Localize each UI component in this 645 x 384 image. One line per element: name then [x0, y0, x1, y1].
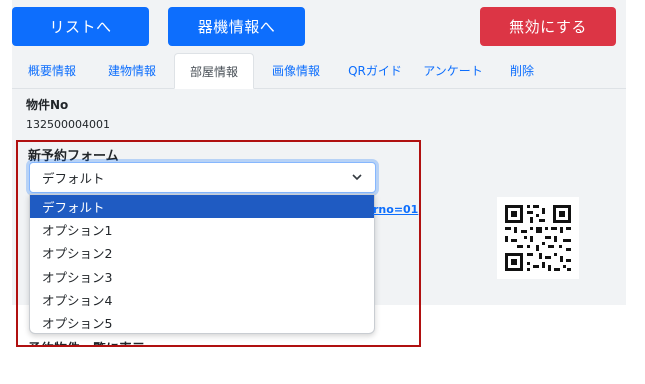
tab-delete[interactable]: 削除 — [492, 53, 552, 88]
select-value: デフォルト — [42, 171, 105, 186]
option-3[interactable]: オプション3 — [30, 265, 374, 288]
qr-code — [497, 197, 579, 279]
listing-display-label: 予約物件一覧に表示 — [28, 342, 146, 357]
option-default[interactable]: デフォルト — [30, 195, 374, 219]
tab-overview[interactable]: 概要情報 — [12, 53, 92, 88]
tab-building[interactable]: 建物情報 — [92, 53, 172, 88]
reservation-link[interactable]: rno=01 — [373, 203, 418, 216]
property-no-value: 132500004001 — [26, 118, 110, 131]
select-dropdown: デフォルト オプション1 オプション2 オプション3 オプション4 オプション5 — [29, 194, 375, 334]
option-4[interactable]: オプション4 — [30, 288, 374, 311]
option-1[interactable]: オプション1 — [30, 218, 374, 241]
tab-bar: 概要情報 建物情報 部屋情報 画像情報 QRガイド アンケート 削除 — [12, 53, 626, 89]
panel-gap — [405, 305, 626, 345]
chevron-down-icon — [352, 174, 362, 181]
option-5[interactable]: オプション5 — [30, 311, 374, 333]
disable-button[interactable]: 無効にする — [480, 7, 616, 46]
tab-survey[interactable]: アンケート — [414, 53, 492, 88]
option-2[interactable]: オプション2 — [30, 241, 374, 264]
reservation-form-select[interactable]: デフォルト — [29, 162, 376, 193]
property-no-label: 物件No — [26, 98, 69, 112]
list-button[interactable]: リストへ — [12, 7, 149, 46]
tab-images[interactable]: 画像情報 — [256, 53, 336, 88]
device-info-button[interactable]: 器機情報へ — [168, 7, 305, 46]
tab-room[interactable]: 部屋情報 — [174, 53, 254, 89]
tab-qr-guide[interactable]: QRガイド — [336, 53, 414, 88]
